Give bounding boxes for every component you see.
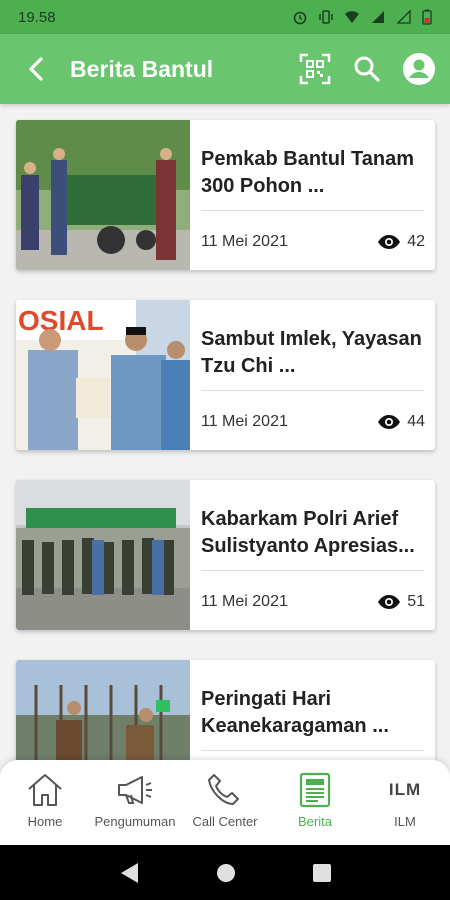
app-bar: Berita Bantul xyxy=(0,34,450,104)
signal-empty-icon xyxy=(396,9,411,24)
alarm-icon xyxy=(293,11,307,25)
news-thumbnail xyxy=(16,120,190,270)
view-count-value: 51 xyxy=(407,593,425,610)
news-card[interactable]: Kabarkam Polri Arief Sulistyanto Apresia… xyxy=(16,480,435,630)
eye-icon xyxy=(378,235,401,249)
nav-label: Pengumuman xyxy=(94,814,176,829)
divider xyxy=(201,210,424,211)
news-date: 11 Mei 2021 xyxy=(201,593,288,610)
home-icon xyxy=(25,770,65,810)
news-thumbnail xyxy=(16,660,190,760)
news-date: 11 Mei 2021 xyxy=(201,413,288,430)
view-count: 44 xyxy=(377,413,425,431)
news-title: Peringati Hari Keanekaragaman ... xyxy=(201,688,389,737)
recents-nav-icon[interactable] xyxy=(312,863,332,883)
news-thumbnail: OSIAL xyxy=(16,300,190,450)
bottom-navigation: Home Pengumuman Call Center Berita ILM I… xyxy=(0,760,450,845)
newspaper-icon xyxy=(295,770,335,810)
divider xyxy=(201,570,424,571)
svg-text:OSIAL: OSIAL xyxy=(18,305,104,336)
nav-item-home[interactable]: Home xyxy=(0,760,90,845)
news-card[interactable]: Pemkab Bantul Tanam 300 Pohon ... 11 Mei… xyxy=(16,120,435,270)
qr-scan-button[interactable] xyxy=(298,52,332,86)
qr-code-icon xyxy=(299,53,331,85)
account-button[interactable] xyxy=(402,52,436,86)
divider xyxy=(201,390,424,391)
nav-item-call-center[interactable]: Call Center xyxy=(180,760,270,845)
battery-icon xyxy=(422,9,432,25)
news-title: Kabarkam Polri Arief Sulistyanto Apresia… xyxy=(201,508,415,557)
wifi-icon xyxy=(345,11,359,23)
news-card[interactable]: OSIAL Sambut Imlek, Yayasan Tzu Chi ... … xyxy=(16,300,435,450)
back-nav-icon[interactable] xyxy=(118,861,140,885)
phone-icon xyxy=(205,770,245,810)
news-title: Sambut Imlek, Yayasan Tzu Chi ... xyxy=(201,328,422,377)
home-nav-icon[interactable] xyxy=(215,862,237,884)
news-card[interactable]: Peringati Hari Keanekaragaman ... xyxy=(16,660,435,760)
eye-icon xyxy=(378,415,401,429)
view-count-value: 42 xyxy=(407,233,425,250)
status-icons xyxy=(292,9,432,25)
view-count: 42 xyxy=(377,233,425,251)
back-arrow-icon xyxy=(29,57,43,81)
nav-label: Call Center xyxy=(192,814,258,829)
status-bar: 19.58 xyxy=(0,0,450,34)
search-icon xyxy=(354,56,380,82)
view-count-value: 44 xyxy=(407,413,425,430)
ilm-icon: ILM xyxy=(385,770,425,810)
page-title: Berita Bantul xyxy=(70,55,214,82)
nav-item-berita[interactable]: Berita xyxy=(270,760,360,845)
nav-label: ILM xyxy=(394,814,416,829)
view-count: 51 xyxy=(377,593,425,611)
signal-icon xyxy=(372,11,384,23)
nav-item-ilm[interactable]: ILM ILM xyxy=(360,760,450,845)
news-date: 11 Mei 2021 xyxy=(201,233,288,250)
back-button[interactable] xyxy=(20,53,52,85)
ilm-icon-text: ILM xyxy=(388,780,422,799)
news-thumbnail xyxy=(16,480,190,630)
megaphone-icon xyxy=(115,770,155,810)
news-title: Pemkab Bantul Tanam 300 Pohon ... xyxy=(201,148,415,197)
search-button[interactable] xyxy=(350,52,384,86)
divider xyxy=(201,750,424,751)
status-time: 19.58 xyxy=(18,8,56,26)
eye-icon xyxy=(378,595,401,609)
nav-label: Home xyxy=(27,814,63,829)
news-list: Pemkab Bantul Tanam 300 Pohon ... 11 Mei… xyxy=(0,104,450,760)
nav-item-pengumuman[interactable]: Pengumuman xyxy=(90,760,180,845)
account-icon xyxy=(403,53,435,85)
nav-label: Berita xyxy=(298,814,332,829)
system-navigation-bar xyxy=(0,845,450,900)
vibrate-icon xyxy=(319,10,333,24)
